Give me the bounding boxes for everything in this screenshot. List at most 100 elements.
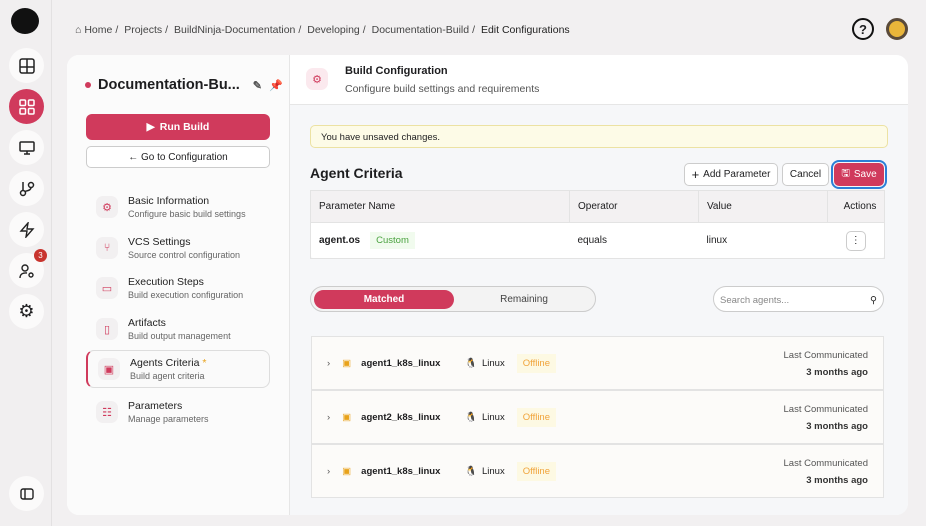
nav-vcs-settings[interactable]: ⑂ VCS Settings Source control configuratio… xyxy=(86,229,270,267)
breadcrumb-group[interactable]: Developing xyxy=(307,24,360,36)
param-operator: equals xyxy=(569,222,699,259)
linux-icon: 🐧 xyxy=(465,411,477,423)
agent-row[interactable]: › ▣ agent2_k8s_linux 🐧 Linux Offline Last Com… xyxy=(311,390,884,444)
nav-basic-information[interactable]: ⚙ Basic Information Configure basic build … xyxy=(86,188,270,226)
save-label: Save xyxy=(853,169,877,180)
nav-sub: Build output management xyxy=(128,331,231,341)
search-agents-input[interactable]: Search agents... ⚲ xyxy=(713,286,884,312)
agent-icon: ▣ xyxy=(342,411,352,423)
agents-button[interactable] xyxy=(9,130,44,165)
save-button[interactable]: 🖫 Save xyxy=(831,160,887,189)
add-parameter-label: Add Parameter xyxy=(703,169,771,180)
tab-matched[interactable]: Matched xyxy=(314,290,454,309)
last-communicated-label: Last Communicated xyxy=(783,404,868,415)
last-communicated-value: 3 months ago xyxy=(806,421,868,432)
edit-icon[interactable]: ✎ xyxy=(253,79,262,92)
nav-parameters[interactable]: ☷ Parameters Manage parameters xyxy=(86,393,270,431)
last-communicated-value: 3 months ago xyxy=(806,475,868,486)
breadcrumb-current: Edit Configurations xyxy=(480,24,570,36)
criteria-table: Parameter Name Operator Value Actions agent… xyxy=(310,190,885,259)
plus-icon: + xyxy=(691,167,700,182)
user-settings-button[interactable]: 3 xyxy=(9,249,47,288)
breadcrumb: ⌂ Home / Projects / BuildNinja-Documentatio… xyxy=(75,24,570,36)
nav-label: Artifacts xyxy=(128,317,166,329)
tab-remaining[interactable]: Remaining xyxy=(454,290,594,309)
triggers-button[interactable] xyxy=(9,212,44,247)
nav-label: Basic Information xyxy=(128,195,210,207)
git-branch-icon xyxy=(19,181,34,196)
logo xyxy=(11,8,39,34)
help-icon[interactable]: ? xyxy=(852,18,874,40)
col-operator: Operator xyxy=(569,190,699,223)
agent-row[interactable]: › ▣ agent1_k8s_linux 🐧 Linux Offline Last Com… xyxy=(311,336,884,390)
nav-sub: Configure basic build settings xyxy=(128,209,246,219)
pin-icon[interactable]: 📌 xyxy=(269,79,283,92)
status-badge: Offline xyxy=(516,407,557,427)
breadcrumb-build[interactable]: Documentation-Build xyxy=(372,24,469,36)
chevron-right-icon[interactable]: › xyxy=(327,358,330,369)
home-icon: ⌂ xyxy=(75,24,82,36)
gear-icon: ⚙ xyxy=(306,68,328,90)
agent-os: Linux xyxy=(482,411,505,423)
branch-icon: ⑂ xyxy=(96,237,118,259)
cancel-button[interactable]: Cancel xyxy=(782,163,829,186)
config-sidebar: Documentation-Bu... ✎ 📌 ▶ Run Build ← Go to… xyxy=(67,55,290,515)
row-actions-button[interactable]: ⋮ xyxy=(845,230,866,251)
modified-indicator: * xyxy=(202,357,207,369)
chevron-right-icon[interactable]: › xyxy=(327,466,330,477)
nav-label: Parameters xyxy=(128,400,183,412)
steps-icon: ▭ xyxy=(96,277,118,299)
vcs-button[interactable] xyxy=(9,171,44,206)
run-build-button[interactable]: ▶ Run Build xyxy=(86,114,270,140)
agent-os: Linux xyxy=(482,465,505,477)
breadcrumb-home[interactable]: Home xyxy=(84,24,112,36)
last-communicated-label: Last Communicated xyxy=(783,350,868,361)
file-icon: ▯ xyxy=(96,318,118,340)
last-communicated-label: Last Communicated xyxy=(783,458,868,469)
section-title: Agent Criteria xyxy=(310,165,403,181)
nav-sub: Manage parameters xyxy=(128,414,209,424)
avatar[interactable] xyxy=(886,18,908,40)
agent-row[interactable]: › ▣ agent1_k8s_linux 🐧 Linux Offline Last Com… xyxy=(311,444,884,498)
nav-artifacts[interactable]: ▯ Artifacts Build output management xyxy=(86,310,270,348)
nav-label: Agents Criteria xyxy=(130,357,200,369)
build-title: Documentation-Bu... xyxy=(98,77,240,93)
param-value: linux xyxy=(698,222,828,259)
agent-name: agent1_k8s_linux xyxy=(361,357,441,369)
agent-name: agent2_k8s_linux xyxy=(361,411,441,423)
col-value: Value xyxy=(698,190,828,223)
kebab-icon: ⋮ xyxy=(850,235,861,246)
nav-label: Execution Steps xyxy=(128,276,204,288)
projects-button[interactable] xyxy=(9,89,44,124)
settings-button[interactable]: ⚙ xyxy=(9,294,44,329)
content-panel: ⚙ Build Configuration Configure build se… xyxy=(290,55,908,515)
sliders-icon: ☷ xyxy=(96,401,118,423)
go-to-configuration-button[interactable]: ← Go to Configuration xyxy=(86,146,270,168)
save-icon: 🖫 xyxy=(841,168,850,179)
nav-agents-criteria[interactable]: ▣ Agents Criteria * Build agent criteria xyxy=(86,350,270,388)
lightning-icon xyxy=(18,221,35,238)
nav-execution-steps[interactable]: ▭ Execution Steps Build execution configur… xyxy=(86,269,270,307)
col-actions: Actions xyxy=(827,190,885,223)
sidebar-toggle-button[interactable] xyxy=(9,476,44,511)
gear-icon: ⚙ xyxy=(18,301,35,321)
panel-icon xyxy=(19,487,34,500)
layout-icon xyxy=(18,57,35,74)
dashboard-button[interactable] xyxy=(9,48,44,83)
param-name: agent.os xyxy=(319,235,361,246)
nav-rail: 3 ⚙ xyxy=(0,0,52,526)
nav-label: VCS Settings xyxy=(128,236,191,248)
agent-os: Linux xyxy=(482,357,505,369)
play-icon: ▶ xyxy=(146,121,155,133)
nav-sub: Build execution configuration xyxy=(128,290,244,300)
agent-icon: ▣ xyxy=(342,357,352,369)
add-parameter-button[interactable]: + Add Parameter xyxy=(684,163,778,186)
breadcrumb-project[interactable]: BuildNinja-Documentation xyxy=(174,24,295,36)
unsaved-changes-banner: You have unsaved changes. xyxy=(310,125,888,148)
grid-icon xyxy=(18,98,35,115)
chevron-right-icon[interactable]: › xyxy=(327,412,330,423)
search-placeholder: Search agents... xyxy=(720,295,790,306)
status-badge: Offline xyxy=(516,461,557,481)
custom-tag: Custom xyxy=(370,232,415,249)
breadcrumb-projects[interactable]: Projects xyxy=(124,24,162,36)
